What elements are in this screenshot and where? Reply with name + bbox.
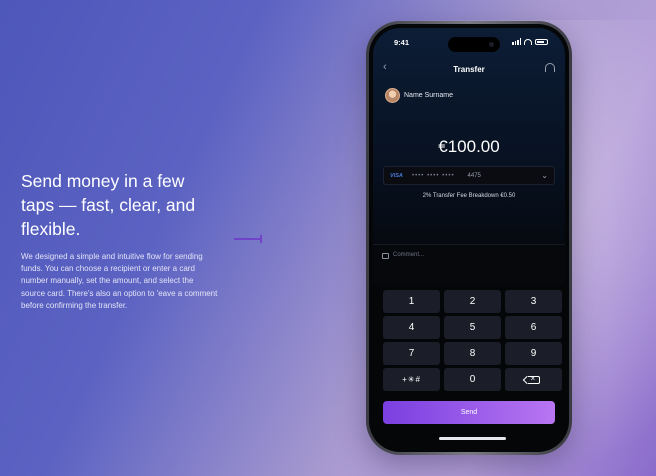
key-0[interactable]: 0 — [444, 368, 501, 391]
key-9[interactable]: 9 — [505, 342, 562, 365]
send-button[interactable]: Send — [383, 401, 555, 424]
amount-display: €100.00 — [438, 137, 500, 156]
source-card-selector[interactable]: VISA •••• •••• •••• 4475 ⌄ — [383, 166, 555, 185]
signal-icon — [512, 38, 521, 45]
page-description: We designed a simple and intuitive flow … — [21, 252, 218, 310]
comment-placeholder: Comment... — [393, 252, 425, 258]
key-symbols[interactable]: +✳# — [383, 368, 440, 391]
card-last4: 4475 — [467, 172, 481, 179]
connector-line — [234, 235, 262, 243]
recipient-avatar — [385, 88, 400, 103]
key-3[interactable]: 3 — [505, 290, 562, 313]
numeric-keypad: 1 2 3 4 5 6 7 8 9 +✳# 0 — [383, 290, 562, 391]
transfer-screen: 9:41 ‹ Transfer Name Surname €100.00 VIS… — [373, 28, 565, 448]
backspace-icon — [527, 374, 540, 384]
fee-breakdown: 2% Transfer Fee Breakdown €0.50 — [422, 193, 516, 199]
key-8[interactable]: 8 — [444, 342, 501, 365]
home-indicator — [439, 437, 506, 440]
key-2[interactable]: 2 — [444, 290, 501, 313]
wifi-icon — [524, 38, 532, 45]
status-time: 9:41 — [394, 38, 410, 47]
battery-icon — [535, 38, 548, 45]
key-4[interactable]: 4 — [383, 316, 440, 339]
key-1[interactable]: 1 — [383, 290, 440, 313]
screen-title: Transfer — [453, 65, 485, 74]
comment-icon — [382, 253, 389, 259]
phone-mockup: 9:41 ‹ Transfer Name Surname €100.00 VIS… — [366, 21, 572, 455]
visa-logo: VISA — [390, 172, 403, 179]
key-6[interactable]: 6 — [505, 316, 562, 339]
card-masked-digits: •••• •••• •••• — [412, 172, 455, 179]
chevron-down-icon: ⌄ — [541, 171, 548, 180]
dynamic-island — [448, 37, 500, 52]
comment-field[interactable]: Comment... — [373, 244, 565, 284]
backspace-key[interactable] — [505, 368, 562, 391]
page-heading: Send money in a few taps — fast, clear, … — [21, 171, 196, 239]
key-5[interactable]: 5 — [444, 316, 501, 339]
recipient-name[interactable]: Name Surname — [404, 92, 453, 99]
headset-icon[interactable] — [545, 63, 555, 72]
key-7[interactable]: 7 — [383, 342, 440, 365]
status-icons — [512, 38, 548, 45]
